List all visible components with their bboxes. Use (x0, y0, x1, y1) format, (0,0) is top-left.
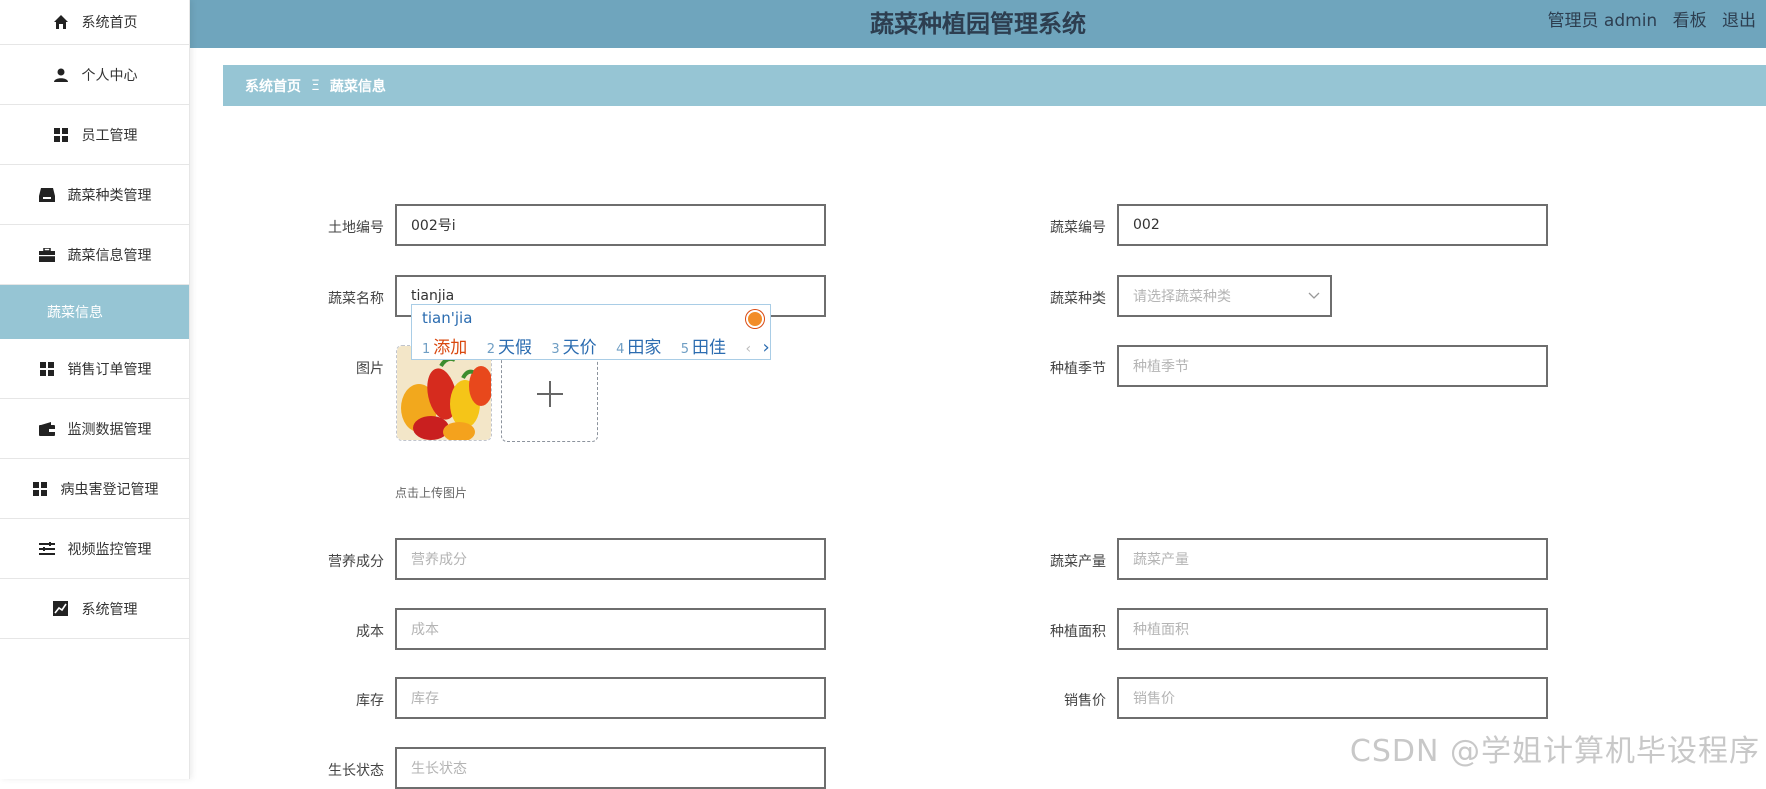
sidebar-item-system[interactable]: 系统管理 (0, 579, 189, 639)
sidebar-item-label: 视频监控管理 (67, 541, 152, 558)
user-icon (52, 66, 70, 84)
upload-hint: 点击上传图片 (395, 486, 468, 500)
sidebar-item-label: 系统管理 (81, 601, 138, 618)
ime-logo-icon (746, 310, 764, 328)
sidebar-item-sales-orders[interactable]: 销售订单管理 (0, 339, 189, 399)
veg-type-label: 蔬菜种类 (1050, 291, 1106, 307)
grid-icon (52, 126, 70, 144)
land-no-input[interactable]: 002号i (395, 204, 826, 246)
sidebar-item-profile[interactable]: 个人中心 (0, 45, 189, 105)
sidebar-item-veg-types[interactable]: 蔬菜种类管理 (0, 165, 189, 225)
list-icon (38, 540, 56, 558)
season-label: 种植季节 (1050, 361, 1106, 377)
breadcrumb-separator: Ξ (311, 77, 320, 94)
sidebar-item-video[interactable]: 视频监控管理 (0, 519, 189, 579)
sidebar-item-label: 系统首页 (81, 15, 138, 31)
ime-next-icon[interactable]: › (762, 337, 769, 358)
veg-name-label: 蔬菜名称 (328, 291, 384, 307)
breadcrumb: 系统首页 Ξ 蔬菜信息 (223, 65, 1766, 106)
ime-candidate[interactable]: 5 田佳 (681, 338, 726, 358)
ime-candidates: 1 添加 2 天假 3 天价 4 田家 5 田佳 ‹ › (422, 333, 770, 358)
sidebar-item-label: 销售订单管理 (67, 361, 152, 378)
admin-label: 管理员 admin (1547, 11, 1658, 31)
logout-link[interactable]: 退出 (1722, 11, 1756, 31)
price-input[interactable]: 销售价 (1117, 677, 1548, 719)
sidebar-item-label: 蔬菜信息 (47, 305, 103, 321)
top-bar: 蔬菜种植园管理系统 管理员 admin 看板 退出 (190, 0, 1766, 48)
sidebar-item-label: 蔬菜种类管理 (67, 187, 152, 204)
chevron-down-icon (1308, 289, 1320, 303)
ime-prev-icon[interactable]: ‹ (745, 341, 751, 357)
stock-label: 库存 (356, 693, 384, 709)
sidebar-item-staff[interactable]: 员工管理 (0, 105, 189, 165)
sidebar-item-home[interactable]: 系统首页 (0, 0, 189, 45)
ime-pinyin: tian'jia (422, 309, 473, 327)
area-label: 种植面积 (1050, 624, 1106, 640)
inbox-icon (38, 186, 56, 204)
veg-no-label: 蔬菜编号 (1050, 220, 1106, 236)
sidebar-item-label: 病虫害登记管理 (60, 481, 159, 498)
ime-candidate[interactable]: 4 田家 (616, 338, 661, 358)
yield-input[interactable]: 蔬菜产量 (1117, 538, 1548, 580)
ime-candidate[interactable]: 2 天假 (487, 338, 532, 358)
sidebar-item-monitoring[interactable]: 监测数据管理 (0, 399, 189, 459)
header-actions: 管理员 admin 看板 退出 (1548, 6, 1766, 31)
sidebar-item-pests[interactable]: 病虫害登记管理 (0, 459, 189, 519)
plus-icon (536, 380, 563, 407)
board-link[interactable]: 看板 (1673, 11, 1707, 31)
veg-no-input[interactable]: 002 (1117, 204, 1548, 246)
land-no-label: 土地编号 (328, 220, 384, 236)
nutrition-label: 营养成分 (328, 554, 384, 570)
cost-input[interactable]: 成本 (395, 608, 826, 650)
stock-input[interactable]: 库存 (395, 677, 826, 719)
sidebar-item-label: 员工管理 (81, 127, 138, 144)
briefcase-icon (38, 246, 56, 264)
image-label: 图片 (356, 361, 384, 377)
sidebar-item-label: 监测数据管理 (67, 421, 152, 438)
sidebar-subitem-veg-info[interactable]: 蔬菜信息 (0, 285, 189, 339)
breadcrumb-current: 蔬菜信息 (329, 78, 386, 95)
area-input[interactable]: 种植面积 (1117, 608, 1548, 650)
sidebar-item-veg-info-mgmt[interactable]: 蔬菜信息管理 (0, 225, 189, 285)
watermark: CSDN @学姐计算机毕设程序 (1349, 734, 1760, 769)
grid-icon (38, 360, 56, 378)
breadcrumb-home[interactable]: 系统首页 (245, 76, 301, 96)
grid-icon (31, 480, 49, 498)
ime-candidate[interactable]: 3 天价 (551, 338, 596, 358)
sidebar-item-label: 个人中心 (81, 67, 138, 84)
wallet-icon (38, 420, 56, 438)
veg-type-select[interactable]: 请选择蔬菜种类 (1117, 275, 1332, 317)
app-title: 蔬菜种植园管理系统 (870, 10, 1086, 38)
ime-candidate[interactable]: 1 添加 (422, 338, 467, 358)
growth-input[interactable]: 生长状态 (395, 747, 826, 789)
veg-type-placeholder: 请选择蔬菜种类 (1133, 289, 1231, 305)
home-icon (52, 13, 70, 31)
nutrition-input[interactable]: 营养成分 (395, 538, 826, 580)
growth-label: 生长状态 (328, 763, 384, 779)
cost-label: 成本 (356, 624, 384, 640)
yield-label: 蔬菜产量 (1050, 554, 1106, 570)
chart-icon (52, 600, 70, 618)
sidebar: 系统首页 个人中心 员工管理 蔬菜种类管理 蔬菜信息管理 蔬菜信息 销售订单管理 (0, 0, 190, 779)
price-label: 销售价 (1064, 693, 1106, 709)
season-input[interactable]: 种植季节 (1117, 345, 1548, 387)
sidebar-item-label: 蔬菜信息管理 (67, 247, 152, 264)
ime-candidate-popup: tian'jia 1 添加 2 天假 3 天价 4 田家 5 田佳 ‹ › (411, 304, 771, 360)
